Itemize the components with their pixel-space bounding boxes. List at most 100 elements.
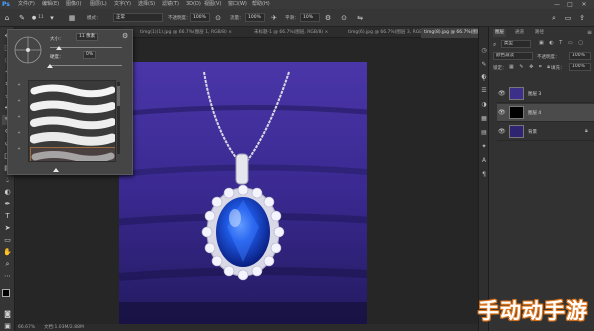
menu-view[interactable]: 视图(V)	[204, 1, 221, 8]
document-image[interactable]	[119, 62, 367, 324]
doc-tab-1[interactable]: timg(1)(1).jpg @ 66.7%(图层 1, RGB/8) ×	[137, 28, 232, 38]
hardness-value[interactable]: 0%	[83, 51, 97, 59]
libraries-icon[interactable]: ▤	[480, 129, 488, 137]
paragraph-icon[interactable]: ¶	[480, 171, 488, 179]
menu-layer[interactable]: 图层(L)	[90, 1, 107, 8]
adjustments-icon[interactable]: ◐	[480, 73, 488, 81]
layer-row[interactable]: 👁︎ 背景 🔒︎	[497, 123, 594, 141]
gear-icon[interactable]: ⚙	[122, 32, 128, 40]
brush-preset-picker-panel: 大小： 11 像素 硬度： 0% ⚙ ✦ ✦ ✦ ✦ ✦	[7, 29, 133, 175]
smoothing-field[interactable]: 10%	[300, 13, 320, 22]
close-button[interactable]: ✕	[580, 1, 588, 8]
symmetry-icon[interactable]: ⇋	[356, 14, 364, 22]
tab-paths[interactable]: 路径	[533, 29, 546, 37]
doc-tab-2[interactable]: 未标题-1 @ 66.7%(图层, RGB/8) ×	[251, 28, 328, 38]
brush-preset[interactable]	[30, 99, 115, 114]
type-tool-icon[interactable]: T	[2, 211, 13, 221]
hardness-slider-thumb[interactable]	[47, 64, 53, 68]
quick-mask-icon[interactable]: ◙	[2, 309, 13, 319]
document-info[interactable]: 文档:1.03M/2.88M	[44, 324, 84, 331]
layer-name[interactable]: 背景	[528, 129, 537, 135]
menu-3d[interactable]: 3D(D)	[186, 1, 201, 8]
layer-opacity-field[interactable]: 100%	[569, 52, 591, 60]
layer-name[interactable]: 图层 3	[528, 91, 541, 97]
dodge-tool-icon[interactable]: ◐	[2, 187, 13, 197]
menu-type[interactable]: 文字(Y)	[114, 1, 131, 8]
mode-select[interactable]: 正常	[113, 13, 163, 22]
layer-row[interactable]: 👁︎ 图层 3	[497, 85, 594, 103]
character-icon[interactable]: A	[480, 157, 488, 165]
brush-preset-picker[interactable]: ●	[30, 14, 38, 22]
properties-icon[interactable]: ☰	[480, 87, 488, 95]
pen-tool-icon[interactable]: ✒	[2, 199, 13, 209]
size-value[interactable]: 11 像素	[76, 33, 99, 41]
brush-settings-panel-icon[interactable]: ✎	[480, 61, 488, 69]
styles-icon[interactable]: ✦	[480, 143, 488, 151]
menu-window[interactable]: 窗口(W)	[228, 1, 247, 8]
menu-select[interactable]: 选择(S)	[138, 1, 155, 8]
menu-filter[interactable]: 滤镜(T)	[162, 1, 179, 8]
brush-angle-widget[interactable]	[11, 33, 45, 67]
fill-field[interactable]: 100%	[569, 63, 591, 71]
tab-channels[interactable]: 通道	[513, 29, 526, 37]
menu-edit[interactable]: 编辑(E)	[42, 1, 59, 8]
history-icon[interactable]: ◷	[480, 47, 488, 55]
brush-tip-icon[interactable]: ✦	[14, 82, 24, 87]
brush-preset-selected[interactable]	[30, 147, 115, 161]
visibility-eye-icon[interactable]: 👁︎	[498, 128, 506, 135]
tab-layers[interactable]: 图层	[493, 29, 506, 37]
flow-field[interactable]: 100%	[245, 13, 265, 22]
path-select-icon[interactable]: ➤	[2, 223, 13, 233]
opacity-field[interactable]: 100%	[190, 13, 210, 22]
more-tools-icon[interactable]: ⋯	[2, 271, 13, 281]
menu-help[interactable]: 帮助(H)	[252, 1, 270, 8]
screen-mode-icon[interactable]: ▣	[2, 321, 13, 331]
brush-tool-icon[interactable]: ✎	[18, 14, 26, 22]
brush-list[interactable]	[28, 80, 116, 162]
color-icon[interactable]: ◑	[480, 101, 488, 109]
opacity-label: 不透明度：	[168, 16, 191, 21]
zoom-level[interactable]: 66.67%	[18, 324, 35, 331]
visibility-eye-icon[interactable]: 👁︎	[498, 90, 506, 97]
foreground-color-swatch[interactable]	[2, 289, 10, 297]
home-icon[interactable]: ⌂	[3, 14, 11, 22]
maximize-button[interactable]: □	[566, 1, 574, 8]
menu-file[interactable]: 文件(F)	[18, 1, 35, 8]
chevron-down-icon[interactable]: ▾	[48, 14, 56, 22]
size-slider-thumb[interactable]	[55, 46, 62, 50]
brush-preset[interactable]	[30, 115, 115, 130]
blend-mode-select[interactable]: 颜色减淡	[493, 52, 533, 60]
hand-tool-icon[interactable]: ✋	[2, 247, 13, 257]
visibility-eye-icon[interactable]: 👁︎	[498, 109, 506, 116]
pressure-size-icon[interactable]: ⊙	[340, 14, 348, 22]
lock-icons[interactable]: ▦ ✎ ✥ ⌗ 🔒︎	[509, 64, 552, 70]
brush-settings-icon[interactable]: ▦	[68, 14, 76, 22]
panel-menu-icon[interactable]: ≡	[587, 29, 592, 36]
workspace-icon[interactable]: ▭	[564, 14, 572, 22]
pressure-opacity-icon[interactable]: ⊙	[214, 14, 222, 22]
brush-list-scrollbar[interactable]	[117, 82, 120, 154]
minimize-button[interactable]: —	[553, 1, 561, 8]
brush-preset[interactable]	[29, 131, 115, 146]
shape-tool-icon[interactable]: ▭	[2, 235, 13, 245]
brush-tip-icon[interactable]: ✦	[14, 130, 24, 135]
smoothing-settings-icon[interactable]: ⚙	[324, 14, 332, 22]
swatches-icon[interactable]: ▦	[480, 115, 488, 123]
mode-label: 模式：	[87, 16, 101, 21]
airbrush-icon[interactable]: ✈	[270, 14, 278, 22]
share-icon[interactable]: ⇪	[578, 14, 586, 22]
hardness-slider-track[interactable]	[50, 65, 122, 66]
filter-icons[interactable]: ▣ ◐ T ▭ ▢	[539, 40, 585, 46]
search-icon[interactable]: ⌕	[550, 14, 558, 22]
layer-filter-select[interactable]: 类型	[501, 40, 531, 48]
layer-row-selected[interactable]: 👁︎ 图层 4	[497, 104, 594, 122]
layer-name[interactable]: 图层 4	[528, 110, 541, 116]
preview-size-slider-thumb[interactable]	[53, 168, 59, 172]
brush-preset[interactable]	[30, 83, 115, 98]
menu-image[interactable]: 图像(I)	[66, 1, 81, 8]
brush-tip-icon[interactable]: ✦	[14, 98, 24, 103]
brush-tip-icon[interactable]: ✦	[14, 114, 24, 119]
brush-tip-icon[interactable]: ✦	[14, 146, 24, 151]
zoom-tool-icon[interactable]: ⌕	[2, 259, 13, 269]
blur-tool-icon[interactable]: 💧︎	[2, 175, 13, 185]
